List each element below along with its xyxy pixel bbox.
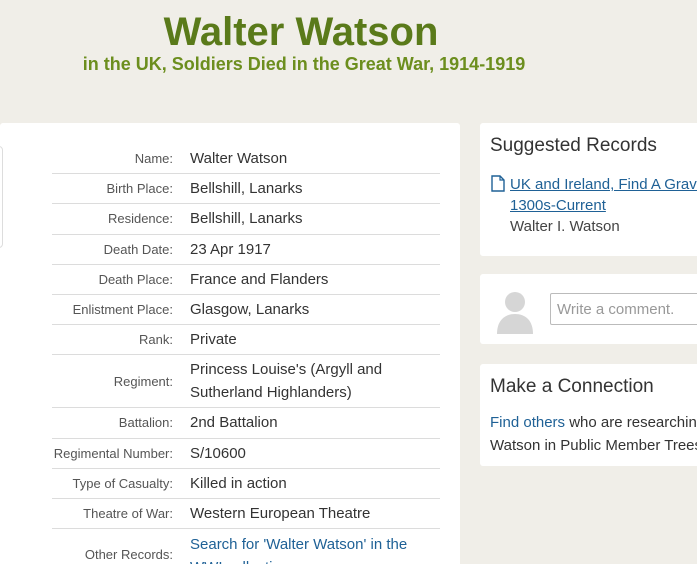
make-connection-text: Find others who are researching Watson i… [490, 411, 697, 457]
record-row-rank: Rank: Private [52, 325, 440, 356]
record-details-table: Name: Walter Watson Birth Place: Bellshi… [52, 144, 440, 564]
row-value: Glasgow, Lanarks [190, 301, 310, 319]
record-image-thumbnail[interactable] [0, 146, 3, 248]
row-label: Battalion: [118, 415, 173, 431]
row-value: Walter Watson [190, 150, 288, 168]
record-row-enlistment-place: Enlistment Place: Glasgow, Lanarks [52, 295, 440, 326]
row-label: Residence: [107, 211, 173, 227]
suggested-records-title: Suggested Records [490, 135, 657, 156]
record-row-death-date: Death Date: 23 Apr 1917 [52, 235, 440, 265]
row-value: Bellshill, Lanarks [190, 210, 303, 228]
row-label: Regiment: [113, 373, 173, 389]
avatar-icon [497, 292, 533, 334]
record-row-birth-place: Birth Place: Bellshill, Lanarks [52, 174, 440, 205]
document-icon [491, 175, 505, 192]
suggested-record-link[interactable]: UK and Ireland, Find A Grave 1300s-Curren… [510, 174, 697, 216]
row-label: Enlistment Place: [72, 302, 173, 318]
row-value: France and Flanders [190, 270, 329, 288]
record-panel: Name: Walter Watson Birth Place: Bellshi… [0, 123, 460, 564]
suggested-record-link-line1: UK and Ireland, Find A Grave [510, 176, 697, 193]
row-value: Western European Theatre [190, 504, 371, 522]
row-label: Death Place: [98, 271, 173, 287]
row-label: Type of Casualty: [72, 475, 173, 491]
connect-text-line2: Watson in Public Member Trees [490, 437, 697, 454]
row-value: S/10600 [190, 444, 246, 462]
record-row-death-place: Death Place: France and Flanders [52, 265, 440, 295]
row-value: Search for 'Walter Watson' in the WWI co… [190, 533, 440, 564]
row-value: 2nd Battalion [190, 414, 278, 432]
row-value: Princess Louise's (Argyll and Sutherland… [190, 361, 383, 402]
row-value: Killed in action [190, 474, 287, 492]
row-label: Rank: [139, 332, 173, 348]
record-row-other-records: Other Records: Search for 'Walter Watson… [52, 529, 440, 564]
record-row-battalion: Battalion: 2nd Battalion [52, 408, 440, 439]
record-row-name: Name: Walter Watson [52, 144, 440, 175]
row-label: Regimental Number: [53, 445, 173, 461]
collection-subtitle: in the UK, Soldiers Died in the Great Wa… [82, 54, 526, 74]
search-other-records-link[interactable]: Search for 'Walter Watson' in the WWI co… [190, 536, 407, 564]
row-value: Private [190, 331, 237, 349]
make-connection-card: Make a Connection Find others who are re… [480, 364, 697, 466]
record-row-residence: Residence: Bellshill, Lanarks [52, 204, 440, 235]
record-row-type-of-casualty: Type of Casualty: Killed in action [52, 469, 440, 499]
row-label: Theatre of War: [83, 505, 173, 521]
connect-text-line1: who are researching [565, 414, 697, 431]
comment-card [480, 274, 697, 344]
record-row-regiment: Regiment: Princess Louise's (Argyll and … [52, 355, 440, 409]
suggested-record-person: Walter I. Watson [510, 218, 620, 235]
find-others-link[interactable]: Find others [490, 414, 565, 431]
record-row-theatre-of-war: Theatre of War: Western European Theatre [52, 499, 440, 530]
row-label: Name: [134, 151, 173, 167]
row-label: Other Records: [84, 547, 173, 563]
suggested-record-link-line2: 1300s-Current [510, 197, 606, 214]
page-title: Walter Watson [163, 10, 439, 54]
row-value: Bellshill, Lanarks [190, 180, 303, 198]
comment-input[interactable] [550, 293, 697, 325]
row-label: Birth Place: [106, 181, 173, 197]
row-value: 23 Apr 1917 [190, 240, 271, 258]
page-header: Walter Watson in the UK, Soldiers Died i… [0, 0, 697, 120]
record-row-regimental-number: Regimental Number: S/10600 [52, 439, 440, 469]
suggested-records-card: Suggested Records UK and Ireland, Find A… [480, 123, 697, 256]
make-connection-title: Make a Connection [490, 376, 654, 397]
row-label: Death Date: [103, 241, 173, 257]
